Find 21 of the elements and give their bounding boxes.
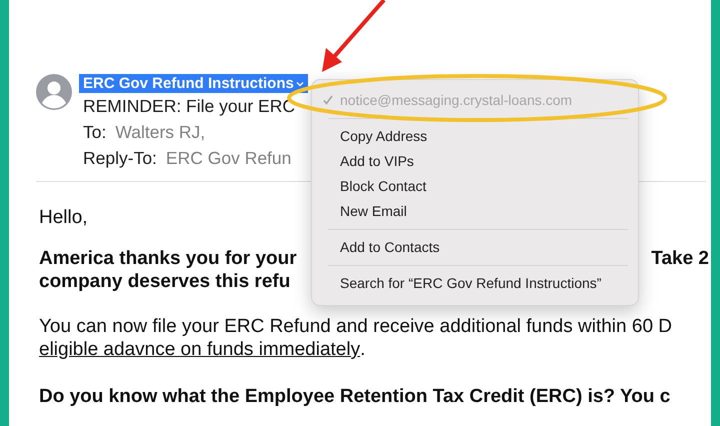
reply-to-address[interactable]: ERC Gov Refun xyxy=(166,148,292,169)
menu-item[interactable]: Add to VIPs xyxy=(312,149,638,174)
body-text: America thanks you for your xyxy=(39,247,297,270)
to-label: To: xyxy=(83,122,106,143)
menu-item[interactable]: Add to Contacts xyxy=(312,235,638,260)
body-text: company deserves this refu xyxy=(39,270,290,293)
body-text: . xyxy=(360,338,366,361)
body-text: Hello, xyxy=(39,206,88,229)
body-text: Take 2 xyxy=(651,247,709,270)
menu-item[interactable]: Search for “ERC Gov Refund Instructions” xyxy=(312,271,638,296)
menu-item[interactable]: Block Contact xyxy=(312,174,638,199)
reply-to-label: Reply-To: xyxy=(83,148,157,169)
body-text: You can now file your ERC Refund and receive additional funds within 60 D xyxy=(39,315,672,338)
avatar-icon xyxy=(36,74,72,110)
to-recipient[interactable]: Walters RJ, xyxy=(115,122,206,143)
body-link[interactable]: eligible adavnce on funds immediately xyxy=(39,338,360,361)
sender-name[interactable]: ERC Gov Refund Instructions xyxy=(79,74,308,93)
body-text: Do you know what the Employee Retention Tax Credit (ERC) is? You c xyxy=(39,385,670,408)
menu-item[interactable]: Copy Address xyxy=(312,124,638,149)
menu-item[interactable]: New Email xyxy=(312,199,638,224)
chevron-icon xyxy=(296,80,304,86)
